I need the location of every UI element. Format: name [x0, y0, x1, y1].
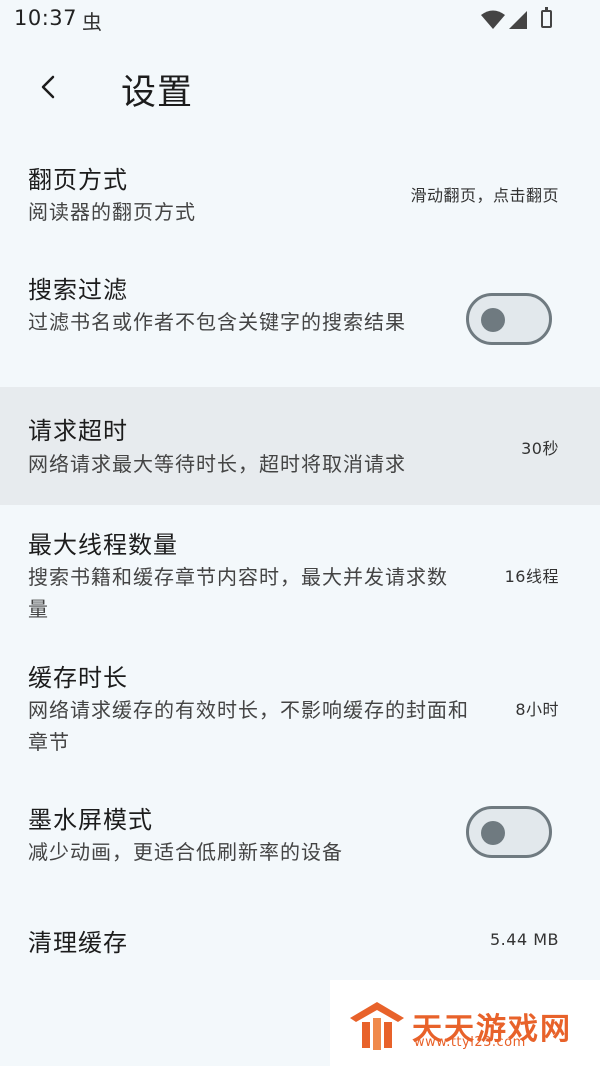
setting-value: 5.44 MB — [490, 930, 559, 949]
watermark: 天天游戏网 www.ttyl23.com — [330, 980, 600, 1066]
setting-description: 减少动画，更适合低刷新率的设备 — [28, 840, 343, 864]
setting-title: 搜索过滤 — [28, 276, 128, 304]
status-bar: 10:37 虫 — [0, 0, 600, 40]
setting-max-threads[interactable]: 最大线程数量 搜索书籍和缓存章节内容时，最大并发请求数量 16线程 — [0, 505, 600, 640]
toggle-knob — [481, 308, 505, 332]
wifi-icon — [481, 10, 505, 29]
setting-description: 过滤书名或作者不包含关键字的搜索结果 — [28, 310, 406, 334]
setting-cache-duration[interactable]: 缓存时长 网络请求缓存的有效时长，不影响缓存的封面和章节 8小时 — [0, 640, 600, 780]
toggle-knob — [481, 821, 505, 845]
setting-value: 8小时 — [515, 700, 559, 719]
setting-description: 网络请求最大等待时长，超时将取消请求 — [28, 452, 406, 476]
back-arrow-icon[interactable] — [34, 72, 64, 102]
setting-page-turn-mode[interactable]: 翻页方式 阅读器的翻页方式 滑动翻页，点击翻页 — [0, 140, 600, 250]
page-title: 设置 — [121, 73, 194, 113]
setting-description: 网络请求缓存的有效时长，不影响缓存的封面和章节 — [28, 698, 469, 754]
setting-description: 阅读器的翻页方式 — [28, 200, 196, 224]
setting-title: 墨水屏模式 — [28, 806, 153, 834]
eink-mode-toggle[interactable] — [466, 806, 552, 858]
setting-title: 清理缓存 — [28, 929, 128, 957]
notification-icon: 虫 — [82, 10, 102, 34]
app-bar: 设置 — [0, 50, 600, 126]
status-time: 10:37 — [14, 6, 78, 30]
setting-clear-cache[interactable]: 清理缓存 5.44 MB — [0, 895, 600, 980]
setting-title: 缓存时长 — [28, 664, 128, 692]
cellular-signal-icon — [509, 11, 527, 29]
setting-value: 30秒 — [521, 439, 559, 458]
setting-request-timeout[interactable]: 请求超时 网络请求最大等待时长，超时将取消请求 30秒 — [0, 387, 600, 505]
setting-search-filter[interactable]: 搜索过滤 过滤书名或作者不包含关键字的搜索结果 — [0, 250, 600, 385]
setting-value: 16线程 — [504, 567, 559, 586]
search-filter-toggle[interactable] — [466, 293, 552, 345]
watermark-url: www.ttyl23.com — [414, 1035, 526, 1050]
battery-icon — [541, 7, 552, 28]
setting-description: 搜索书籍和缓存章节内容时，最大并发请求数量 — [28, 565, 448, 621]
setting-title: 请求超时 — [28, 417, 128, 445]
setting-title: 最大线程数量 — [28, 531, 178, 559]
setting-value: 滑动翻页，点击翻页 — [410, 186, 559, 205]
watermark-logo-icon — [350, 1002, 404, 1050]
setting-eink-mode[interactable]: 墨水屏模式 减少动画，更适合低刷新率的设备 — [0, 780, 600, 890]
setting-title: 翻页方式 — [28, 166, 128, 194]
